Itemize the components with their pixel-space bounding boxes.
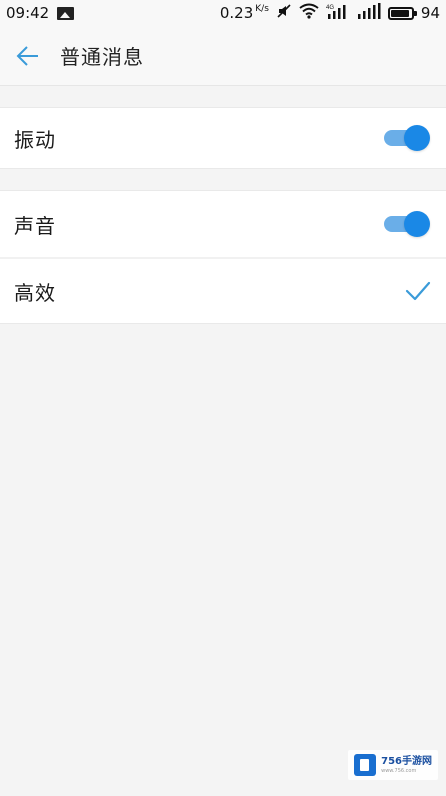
watermark-logo-icon: [354, 754, 377, 776]
back-button[interactable]: [0, 26, 56, 86]
battery-fill: [390, 9, 410, 17]
toggle-knob: [404, 211, 430, 237]
status-time: 09:42: [6, 4, 50, 22]
status-left: 09:42: [6, 4, 75, 22]
battery-level: 94: [420, 4, 440, 22]
app-header: 普通消息: [0, 26, 446, 86]
status-right: 0.23 K/s 4G 94: [220, 3, 440, 23]
sound-label: 声音: [14, 213, 56, 238]
sound-group: 声音 高效: [0, 190, 446, 324]
page-title: 普通消息: [60, 45, 144, 69]
vibration-group: 振动: [0, 107, 446, 169]
network-type-label: 4G: [326, 5, 334, 11]
vibration-toggle[interactable]: [384, 124, 430, 152]
network-speed: 0.23 K/s: [220, 4, 269, 22]
setting-row-vibration[interactable]: 振动: [0, 108, 446, 168]
battery-icon: [387, 6, 417, 20]
speed-value: 0.23: [219, 4, 254, 22]
wifi-icon: [299, 3, 319, 23]
vibration-label: 振动: [14, 127, 56, 152]
efficient-label: 高效: [14, 280, 56, 305]
image-notification-icon: [57, 6, 75, 20]
setting-row-efficient[interactable]: 高效: [0, 257, 446, 323]
battery-indicator: 94: [387, 4, 440, 22]
mute-icon: [276, 3, 292, 23]
watermark-text: 756手游网: [381, 755, 432, 767]
toggle-knob: [404, 125, 430, 151]
checkmark-icon[interactable]: [404, 279, 432, 303]
back-arrow-icon: [16, 45, 38, 66]
signal-icon: [357, 3, 381, 23]
screen: 09:42 0.23 K/s 4G 94 普通消息 振动 声音 高效 756手游…: [0, 0, 446, 796]
sound-toggle[interactable]: [384, 210, 430, 238]
watermark: 756手游网 www.756.com: [348, 750, 438, 780]
watermark-subtext: www.756.com: [381, 767, 417, 774]
signal-4g-icon: 4G: [326, 3, 350, 23]
speed-unit: K/s: [255, 4, 269, 14]
watermark-text-wrap: 756手游网 www.756.com: [381, 755, 432, 774]
setting-row-sound[interactable]: 声音: [0, 191, 446, 257]
status-bar: 09:42 0.23 K/s 4G 94: [0, 0, 446, 26]
